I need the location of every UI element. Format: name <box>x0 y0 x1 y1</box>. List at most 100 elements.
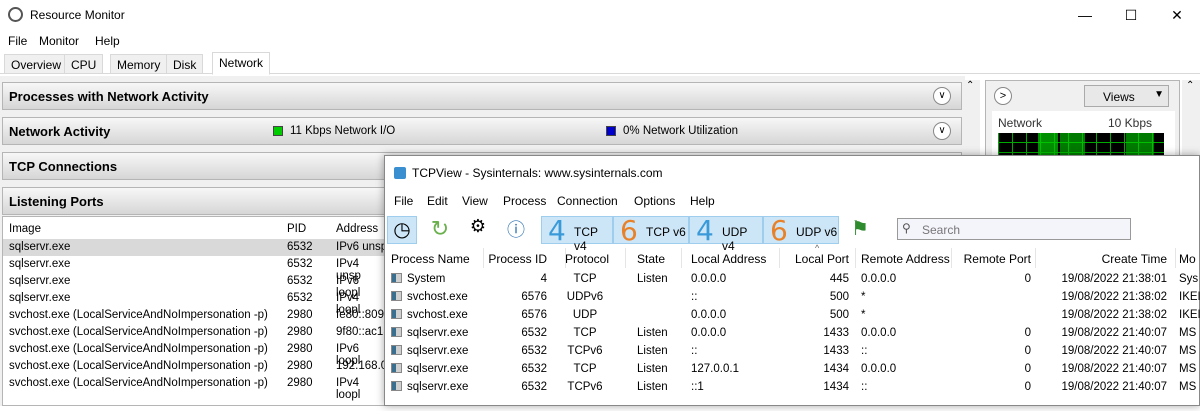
search-input[interactable]: ⚲ Search <box>897 218 1131 240</box>
minimize-button[interactable]: — <box>1062 0 1108 30</box>
column-divider[interactable] <box>951 248 952 268</box>
refresh-icon[interactable]: ↻ <box>427 216 453 244</box>
image-cell: sqlservr.exe <box>9 292 71 304</box>
cell-local-port: 1434 <box>823 381 849 393</box>
listening-row[interactable]: sqlservr.exe 6532 IPv4 unsp <box>3 256 383 282</box>
cell-mo: MS <box>1179 363 1197 375</box>
pid-cell: 6532 <box>287 275 313 287</box>
column-header-remote-port[interactable]: Remote Port <box>951 252 1031 266</box>
cell-remote-address: 0.0.0.0 <box>861 327 897 339</box>
menu-file[interactable]: File <box>8 34 27 48</box>
connection-row[interactable]: svchost.exe 6576 UDPv6:: 500 * 19/08/2022 21:… <box>385 289 1200 307</box>
cell-protocol: UDPv6 <box>566 291 604 303</box>
cell-local-address: :: <box>691 345 698 357</box>
column-header-remote-address[interactable]: Remote Address <box>861 252 950 266</box>
connection-row[interactable]: sqlservr.exe 6532 TCPv6 Listen:: 1433:: 0 19/0… <box>385 343 1200 361</box>
connection-row[interactable]: sqlservr.exe 6532 TCP Listen 127.0.0.1 1434 0.… <box>385 361 1200 379</box>
pid-cell: 2980 <box>287 309 313 321</box>
cell-remote-port: 0 <box>1024 345 1031 357</box>
address-cell: 9f80::ac13 <box>336 326 390 338</box>
auto-refresh-icon[interactable]: ◷ <box>387 216 417 244</box>
views-dropdown[interactable]: Views ▼ <box>1084 85 1169 107</box>
filter-udp-v4-button[interactable]: 4 UDP v4 <box>689 214 763 253</box>
filter-udp-v6-button[interactable]: 6 UDP v6 <box>763 214 839 247</box>
column-divider[interactable] <box>779 248 780 268</box>
menu-monitor[interactable]: Monitor <box>39 34 79 48</box>
maximize-button[interactable]: ☐ <box>1108 0 1154 30</box>
chevron-down-icon[interactable]: ∨ <box>933 87 951 105</box>
cell-create-time: 19/08/2022 21:40:07 <box>1061 381 1167 393</box>
tv-menu-connection[interactable]: Connection <box>557 194 618 208</box>
cell-mo: IKEI <box>1179 309 1200 321</box>
tv-menu-process[interactable]: Process <box>503 194 546 208</box>
cell-process-name: sqlservr.exe <box>407 381 469 393</box>
tab-network[interactable]: Network <box>212 52 270 75</box>
listening-row[interactable]: svchost.exe (LocalServiceAndNoImpersonat… <box>3 324 390 341</box>
column-header-process-id[interactable]: Process ID <box>487 252 547 266</box>
connection-row[interactable]: sqlservr.exe 6532 TCP Listen 0.0.0.0 1433 0.0.… <box>385 325 1200 343</box>
col-address[interactable]: Address <box>336 223 378 235</box>
column-header-local-address[interactable]: Local Address <box>691 252 766 266</box>
tcpview-window: TCPView - Sysinternals: www.sysinternals… <box>384 155 1200 406</box>
column-header-create-time[interactable]: Create Time <box>1045 252 1167 266</box>
properties-gear-icon[interactable]: ⚙ <box>465 216 491 244</box>
pid-cell: 6532 <box>287 258 313 270</box>
protocol-label: UDP v6 <box>796 225 838 239</box>
image-cell: svchost.exe (LocalServiceAndNoImpersonat… <box>9 360 268 372</box>
cell-process-id: 6532 <box>521 345 547 357</box>
tab-memory[interactable]: Memory <box>110 54 168 74</box>
listening-row[interactable]: sqlservr.exe 6532 IPv4 loopl <box>3 290 383 316</box>
image-cell: svchost.exe (LocalServiceAndNoImpersonat… <box>9 309 268 321</box>
cell-local-port: 445 <box>829 273 849 285</box>
column-divider[interactable] <box>483 248 484 268</box>
cell-process-name: sqlservr.exe <box>407 363 469 375</box>
column-divider[interactable] <box>565 248 566 268</box>
listening-row[interactable]: svchost.exe (LocalServiceAndNoImpersonat… <box>3 307 384 324</box>
views-label: Views <box>1103 90 1135 104</box>
listening-row[interactable]: svchost.exe (LocalServiceAndNoImpersonat… <box>3 375 383 401</box>
col-image[interactable]: Image <box>9 223 41 235</box>
section-activity[interactable]: Network Activity 11 Kbps Network I/O 0% … <box>2 117 962 145</box>
tab-overview[interactable]: Overview <box>4 54 69 74</box>
connection-row[interactable]: svchost.exe 6576 UDP 0.0.0.0 500 * 19/08/2022 … <box>385 307 1200 325</box>
connection-row[interactable]: System 4 TCP Listen 0.0.0.0 445 0.0.0.0 0 19/08/… <box>385 271 1200 289</box>
tab-cpu[interactable]: CPU <box>64 54 104 74</box>
tv-menu-view[interactable]: View <box>462 194 488 208</box>
protocol-number-icon: 4 <box>548 214 566 247</box>
column-header-state[interactable]: State <box>637 252 665 266</box>
connection-row[interactable]: sqlservr.exe 6532 TCPv6 Listen::1 1434:: 0 19/… <box>385 379 1200 397</box>
listening-row[interactable]: svchost.exe (LocalServiceAndNoImpersonat… <box>3 341 383 367</box>
cell-create-time: 19/08/2022 21:40:07 <box>1061 345 1167 357</box>
tv-menu-edit[interactable]: Edit <box>427 194 448 208</box>
tab-disk[interactable]: Disk <box>166 54 204 74</box>
column-header-process-name[interactable]: Process Name <box>391 252 470 266</box>
column-divider[interactable] <box>1035 248 1036 268</box>
info-settings-icon[interactable]: ⓘ <box>503 216 529 244</box>
cell-local-port: 1433 <box>823 327 849 339</box>
process-icon <box>391 345 402 355</box>
tv-menu-file[interactable]: File <box>394 194 413 208</box>
chevron-down-icon[interactable]: ∨ <box>933 122 951 140</box>
column-divider[interactable] <box>855 248 856 268</box>
column-divider[interactable] <box>1175 248 1176 268</box>
listening-row[interactable]: sqlservr.exe 6532 IPv6 loopl <box>3 273 383 299</box>
tv-menu-options[interactable]: Options <box>634 194 675 208</box>
column-header-local-port[interactable]: Local Port <box>765 252 849 266</box>
menu-help[interactable]: Help <box>95 34 120 48</box>
cell-state: Listen <box>637 327 668 339</box>
process-icon <box>391 291 402 301</box>
close-button[interactable]: ✕ <box>1154 0 1200 30</box>
filter-tcp-v4-button[interactable]: 4 TCP v4 <box>541 214 613 253</box>
col-pid[interactable]: PID <box>287 223 306 235</box>
column-divider[interactable] <box>625 248 626 268</box>
process-icon <box>391 363 402 373</box>
column-divider[interactable] <box>681 248 682 268</box>
flag-icon[interactable]: ⚑ <box>849 216 871 244</box>
expand-pane-button[interactable]: > <box>994 87 1012 105</box>
tv-menu-help[interactable]: Help <box>690 194 715 208</box>
listening-row[interactable]: svchost.exe (LocalServiceAndNoImpersonat… <box>3 358 387 375</box>
section-processes[interactable]: Processes with Network Activity ∨ <box>2 82 962 110</box>
column-header-mo[interactable]: Mo <box>1179 252 1196 266</box>
column-header-protocol[interactable]: Protocol <box>565 252 609 266</box>
filter-tcp-v6-button[interactable]: 6 TCP v6 <box>613 214 689 247</box>
